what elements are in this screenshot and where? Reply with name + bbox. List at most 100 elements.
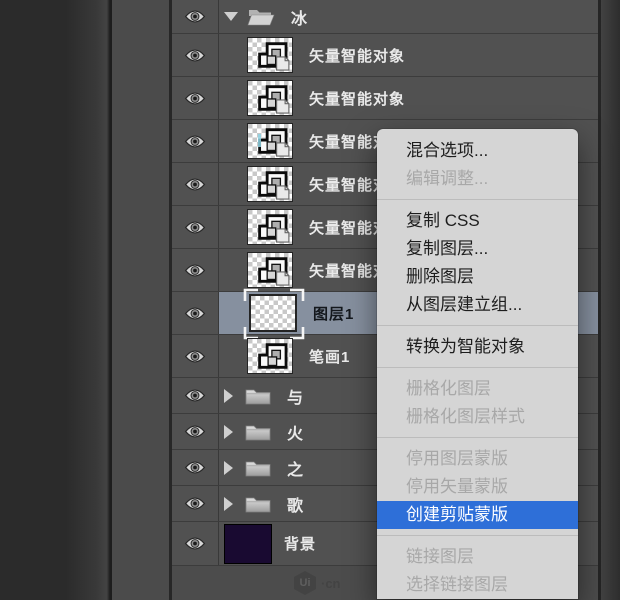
visibility-toggle[interactable] [172,486,219,521]
closed-folder-icon [245,459,271,477]
folder-icon-wrap [245,387,271,405]
layer-name: 火 [287,420,304,444]
panel-gutter [110,0,172,600]
folder-icon-wrap [245,423,271,441]
watermark-suffix: ·cn [321,576,341,591]
folder-icon-wrap [247,7,275,26]
menu-item-group-from-layers[interactable]: 从图层建立组... [377,291,578,319]
menu-item-select-linked-layers: 选择链接图层 [377,571,578,599]
folder-icon-wrap [245,459,271,477]
visibility-toggle[interactable] [172,120,219,162]
eye-icon [183,220,207,235]
menu-item-disable-vector-mask: 停用矢量蒙版 [377,473,578,501]
layer-thumbnail[interactable] [247,252,293,288]
visibility-toggle[interactable] [172,522,219,565]
layer-name: 笔画1 [309,346,350,367]
menu-item-edit-adjustment: 编辑调整... [377,165,578,193]
eye-icon [183,48,207,63]
layer-thumbnail[interactable] [247,80,293,116]
menu-item-convert-to-smart-object[interactable]: 转换为智能对象 [377,333,578,361]
menu-item-link-layers: 链接图层 [377,543,578,571]
visibility-toggle[interactable] [172,249,219,291]
visibility-toggle[interactable] [172,77,219,119]
eye-icon [183,9,207,24]
visibility-toggle[interactable] [172,206,219,248]
layer-thumbnail[interactable] [247,338,293,374]
layer-name: 矢量智能对象 [309,88,405,109]
smart-object-thumbnail-glyph [248,81,292,115]
menu-separator [377,325,578,326]
thumbnail-content-mark [258,134,261,147]
closed-folder-icon [245,387,271,405]
eye-icon [183,91,207,106]
smart-object-thumbnail-glyph [248,253,292,287]
visibility-toggle[interactable] [172,0,219,33]
eye-icon [183,388,207,403]
menu-separator [377,535,578,536]
layer-row-content: 矢量智能对象 [219,34,598,76]
layer-thumbnail[interactable] [224,524,272,564]
layer-context-menu: 混合选项...编辑调整... 复制 CSS复制图层...删除图层从图层建立组...… [377,129,578,599]
menu-item-copy-css[interactable]: 复制 CSS [377,207,578,235]
layer-name: 与 [287,384,304,408]
smart-object-thumbnail-glyph [248,38,292,72]
menu-item-create-clipping-mask[interactable]: 创建剪贴蒙版 [377,501,578,529]
expand-triangle-icon[interactable] [224,389,233,403]
layer-name: 矢量智能对象 [309,45,405,66]
collapse-triangle-icon[interactable] [224,12,238,21]
eye-icon [183,306,207,321]
eye-icon [183,496,207,511]
menu-item-rasterize-layer-style: 栅格化图层样式 [377,403,578,431]
menu-item-duplicate-layer[interactable]: 复制图层... [377,235,578,263]
visibility-toggle[interactable] [172,163,219,205]
layer-name: 之 [287,456,304,480]
layer-row-smart-object-1[interactable]: 矢量智能对象 [172,34,598,77]
smart-object-thumbnail-glyph [248,210,292,244]
layer-thumbnail[interactable] [247,209,293,245]
eye-icon [183,177,207,192]
visibility-toggle[interactable] [172,414,219,449]
visibility-toggle[interactable] [172,450,219,485]
closed-folder-icon [245,495,271,513]
eye-icon [183,349,207,364]
layer-row-smart-object-2[interactable]: 矢量智能对象 [172,77,598,120]
menu-item-delete-layer[interactable]: 删除图层 [377,263,578,291]
eye-icon [183,263,207,278]
menu-separator [377,437,578,438]
menu-item-rasterize-layer: 栅格化图层 [377,375,578,403]
visibility-toggle[interactable] [172,292,219,334]
eye-icon [183,536,207,551]
smart-object-thumbnail-glyph [248,124,292,158]
layer-thumbnail[interactable] [249,294,297,332]
expand-triangle-icon[interactable] [224,425,233,439]
menu-separator [377,199,578,200]
layer-name: 歌 [287,492,304,516]
eye-icon [183,460,207,475]
closed-folder-icon [245,423,271,441]
menu-item-blending-options[interactable]: 混合选项... [377,137,578,165]
layer-name: 背景 [284,533,316,554]
menu-separator [377,367,578,368]
selection-brackets [243,288,305,340]
smart-object-thumbnail-glyph [248,167,292,201]
panel-right-edge [598,0,620,600]
visibility-toggle[interactable] [172,335,219,377]
expand-triangle-icon[interactable] [224,461,233,475]
layer-thumbnail[interactable] [247,37,293,73]
layer-row-group-ice[interactable]: 冰 [172,0,598,34]
layer-thumbnail[interactable] [247,123,293,159]
canvas-area [0,0,110,600]
layer-name: 图层1 [313,303,354,324]
visibility-toggle[interactable] [172,34,219,76]
visibility-toggle[interactable] [172,378,219,413]
open-folder-icon [247,7,275,26]
eye-icon [183,424,207,439]
menu-item-disable-layer-mask: 停用图层蒙版 [377,445,578,473]
layer-thumbnail[interactable] [247,166,293,202]
photoshop-layers-panel-screen: 冰矢量智能对象矢量智能对象矢量智能对象矢量智能对象矢量智能对象矢量智能对象图层1… [0,0,620,600]
stroke-thumbnail-glyph [248,339,292,373]
folder-icon-wrap [245,495,271,513]
watermark-badge-icon: Ui [294,571,316,595]
eye-icon [183,134,207,149]
expand-triangle-icon[interactable] [224,497,233,511]
